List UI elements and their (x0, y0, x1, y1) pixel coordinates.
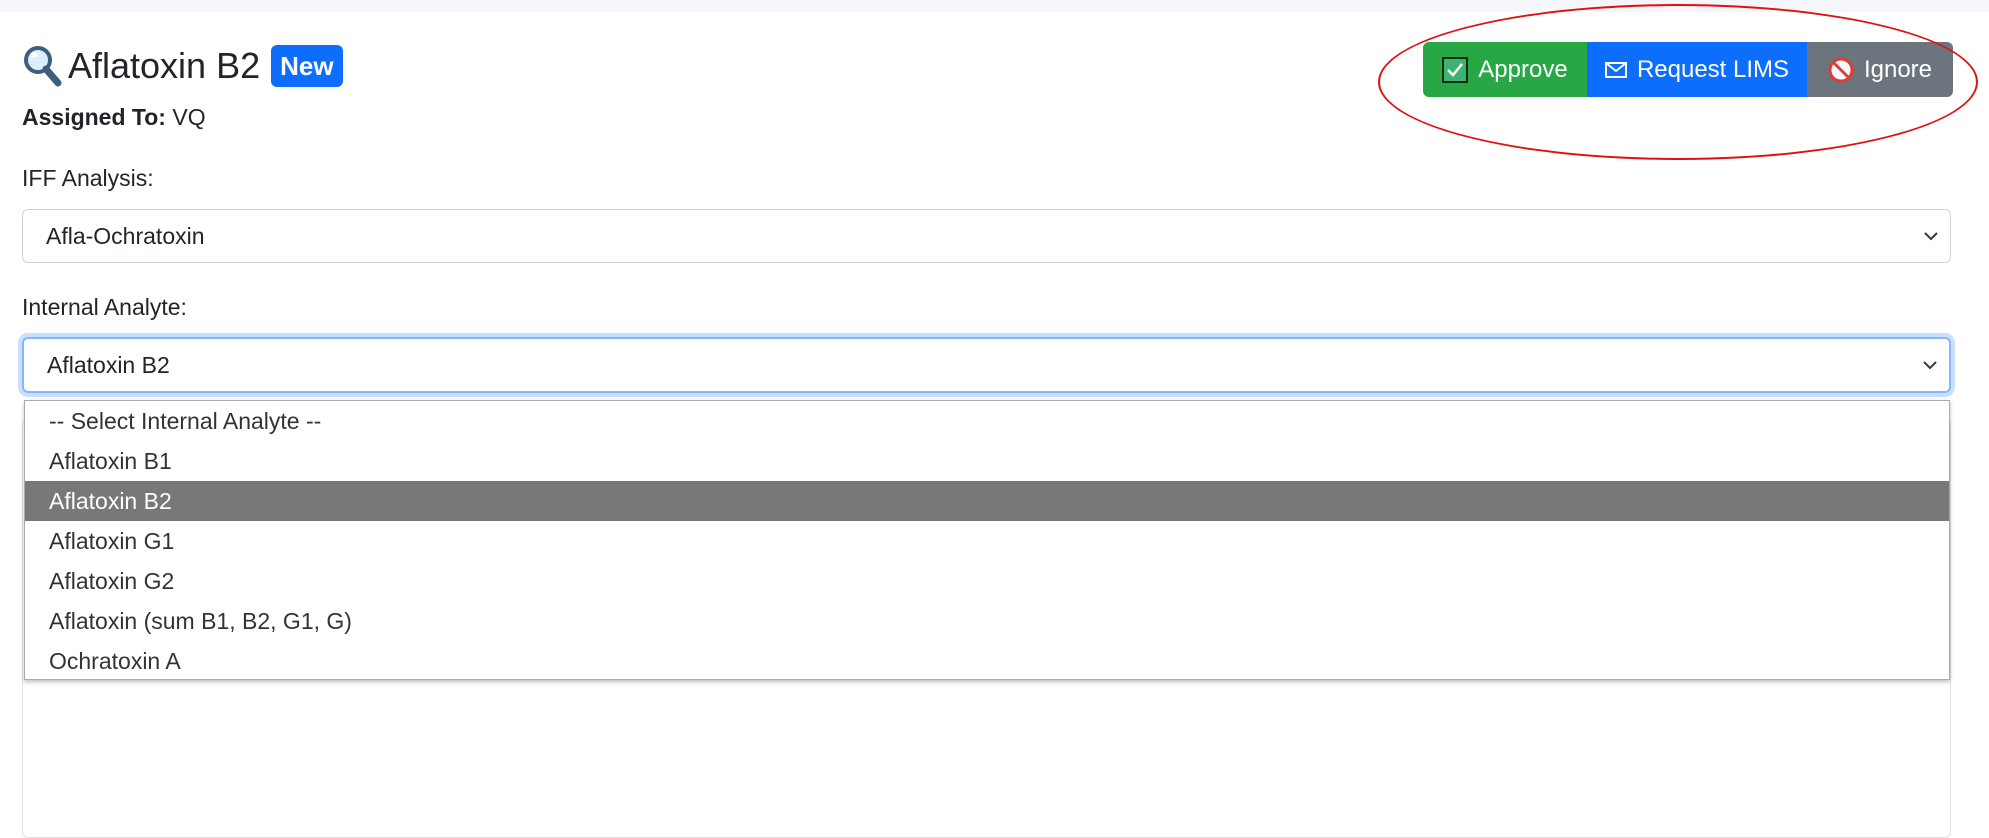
dropdown-option[interactable]: -- Select Internal Analyte -- (25, 401, 1949, 441)
top-strip (0, 0, 1989, 12)
ignore-button[interactable]: Ignore (1807, 42, 1953, 97)
internal-analyte-dropdown: -- Select Internal Analyte -- Aflatoxin … (24, 400, 1950, 680)
internal-analyte-select[interactable]: Aflatoxin B2 (22, 337, 1951, 393)
prohibited-icon (1828, 57, 1854, 83)
check-box-icon (1442, 56, 1469, 83)
action-button-group: Approve Request LIMS Ignore (1423, 42, 1953, 97)
magnifying-glass-icon (22, 44, 62, 88)
request-lims-label: Request LIMS (1636, 55, 1790, 83)
internal-analyte-label: Internal Analyte: (22, 294, 187, 320)
page-header: Aflatoxin B2 New (22, 40, 343, 92)
assigned-to: Assigned To: VQ (22, 104, 206, 131)
dropdown-option[interactable]: Aflatoxin G1 (25, 521, 1949, 561)
status-badge: New (271, 45, 343, 87)
dropdown-option[interactable]: Aflatoxin B1 (25, 441, 1949, 481)
approve-label: Approve (1478, 55, 1568, 83)
page-title: Aflatoxin B2 (68, 45, 261, 86)
dropdown-option[interactable]: Ochratoxin A (25, 641, 1949, 681)
assigned-to-value: VQ (172, 104, 206, 130)
dropdown-option-selected[interactable]: Aflatoxin B2 (25, 481, 1949, 521)
chevron-down-icon (1923, 361, 1937, 370)
dropdown-option[interactable]: Aflatoxin G2 (25, 561, 1949, 601)
iff-analysis-value: Afla-Ochratoxin (46, 222, 205, 249)
iff-analysis-select[interactable]: Afla-Ochratoxin (22, 209, 1951, 263)
envelope-icon (1604, 61, 1627, 78)
internal-analyte-value: Aflatoxin B2 (47, 351, 170, 378)
assigned-to-label: Assigned To: (22, 104, 166, 130)
ignore-label: Ignore (1863, 55, 1933, 83)
chevron-down-icon (1924, 232, 1938, 241)
approve-button[interactable]: Approve (1423, 42, 1587, 97)
dropdown-option[interactable]: Aflatoxin (sum B1, B2, G1, G) (25, 601, 1949, 641)
request-lims-button[interactable]: Request LIMS (1587, 42, 1807, 97)
iff-analysis-label: IFF Analysis: (22, 165, 154, 191)
